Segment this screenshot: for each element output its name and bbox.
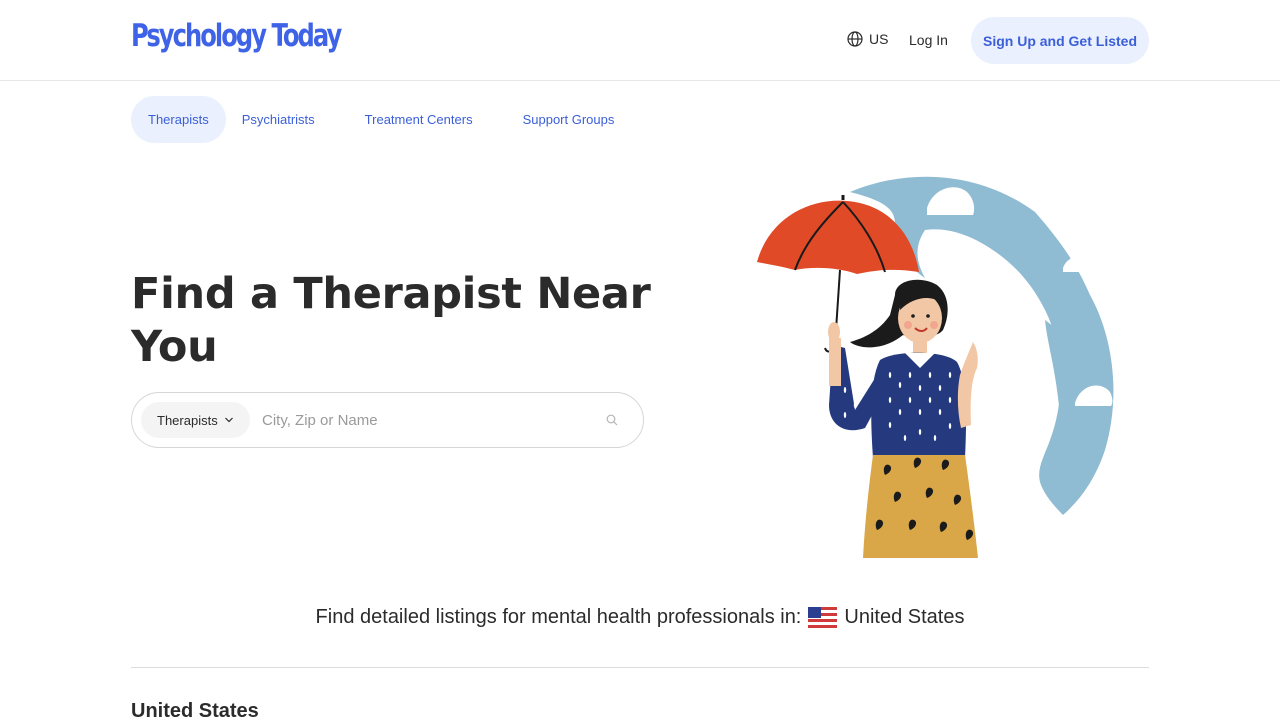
globe-icon xyxy=(847,31,863,47)
directory-tabs: Therapists Psychiatrists Treatment Cente… xyxy=(131,96,614,143)
search-type-label: Therapists xyxy=(157,412,218,428)
tab-support-groups[interactable]: Support Groups xyxy=(523,96,615,143)
listing-prefix: Find detailed listings for mental health… xyxy=(315,606,802,628)
tab-therapists[interactable]: Therapists xyxy=(131,96,226,143)
search-bar: Therapists xyxy=(131,392,644,448)
region-label: US xyxy=(869,31,889,47)
search-type-dropdown[interactable]: Therapists xyxy=(141,402,250,438)
search-icon xyxy=(606,414,618,426)
signup-button[interactable]: Sign Up and Get Listed xyxy=(971,17,1149,64)
listing-country[interactable]: United States xyxy=(844,606,964,629)
hero-illustration xyxy=(757,176,1114,558)
tab-treatment-centers[interactable]: Treatment Centers xyxy=(365,96,473,143)
search-input[interactable] xyxy=(262,407,592,433)
us-flag-icon xyxy=(808,607,838,628)
tab-psychiatrists[interactable]: Psychiatrists xyxy=(242,96,315,143)
login-link[interactable]: Log In xyxy=(909,32,948,48)
site-header: Psychology Today US Log In Sign Up and G… xyxy=(0,0,1280,81)
logo[interactable]: Psychology Today xyxy=(131,18,342,54)
region-selector[interactable]: US xyxy=(847,31,888,47)
page-title: Find a Therapist Near You xyxy=(131,269,651,372)
section-divider xyxy=(131,667,1149,668)
section-title: United States xyxy=(131,700,259,720)
country-listing-line: Find detailed listings for mental health… xyxy=(0,606,1280,629)
chevron-down-icon xyxy=(224,417,233,423)
search-button[interactable] xyxy=(602,410,622,430)
